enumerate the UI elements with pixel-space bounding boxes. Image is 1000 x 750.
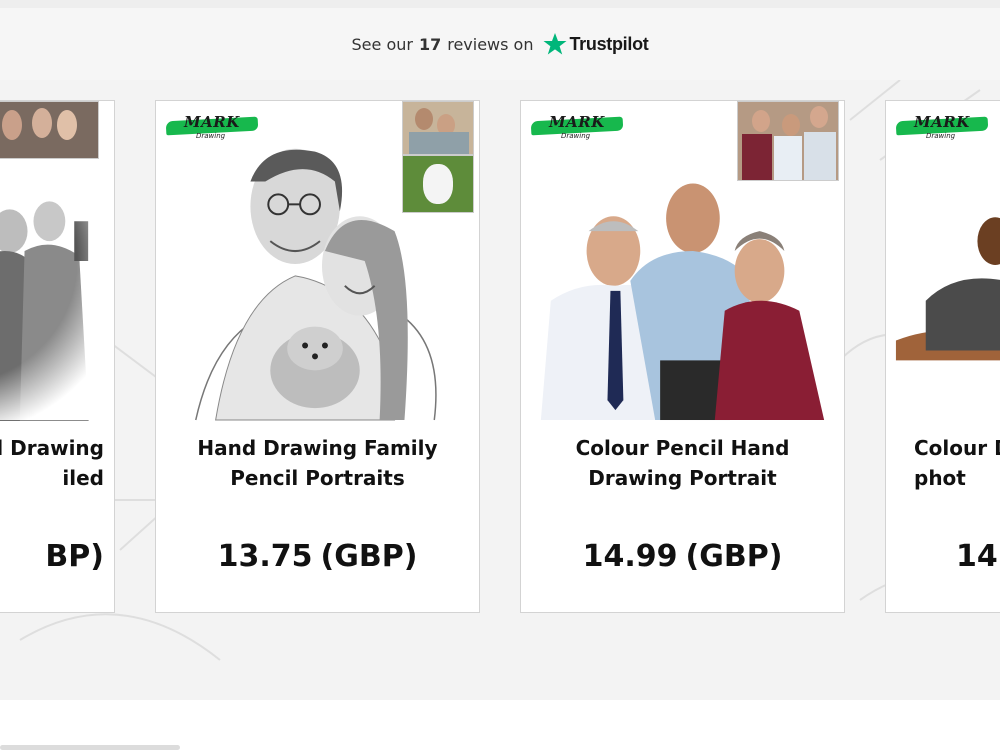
reference-photo-dog: [402, 155, 474, 213]
product-price: 14.99 (GBP): [582, 539, 783, 574]
product-card[interactable]: MARK Drawing Hand Drawing Family Pencil …: [155, 100, 480, 613]
product-title[interactable]: Hand Drawing Family Pencil Portraits: [156, 433, 479, 493]
review-count: 17: [418, 34, 442, 54]
background-sketch: [0, 80, 1000, 661]
product-title[interactable]: d Drawing iled: [0, 433, 104, 493]
mark-drawing-logo: MARK Drawing: [895, 113, 991, 143]
trustpilot-banner[interactable]: See our 17 reviews on Trustpilot: [0, 8, 1000, 80]
product-card[interactable]: MARK Drawing Colour Pencil Hand Drawing …: [520, 100, 845, 613]
reference-photo-couple: [402, 101, 474, 155]
product-card[interactable]: MARK Drawing Colour D phot 14.: [885, 100, 1000, 613]
trustpilot-prefix: See our: [351, 34, 413, 54]
product-title[interactable]: Colour Pencil Hand Drawing Portrait: [521, 433, 844, 493]
trustpilot-logo[interactable]: Trustpilot: [569, 34, 648, 55]
product-price: 13.75 (GBP): [217, 539, 418, 574]
mark-drawing-logo: MARK Drawing: [165, 113, 261, 143]
product-carousel[interactable]: d Drawing iled BP): [0, 80, 1000, 700]
product-title[interactable]: Colour D phot: [914, 433, 1000, 493]
trustpilot-star-icon: [543, 33, 567, 55]
mark-drawing-logo: MARK Drawing: [530, 113, 626, 143]
product-price: 14.: [956, 539, 1000, 574]
top-strip: [0, 0, 1000, 8]
reference-photo-family: [737, 101, 839, 181]
bottom-scroll-indicator: [0, 745, 180, 750]
reference-photo-thumb: [0, 101, 99, 159]
product-image-colour-drawing: [886, 101, 1000, 421]
product-card[interactable]: d Drawing iled BP): [0, 100, 115, 613]
trustpilot-suffix: reviews on: [447, 34, 534, 54]
product-price: BP): [45, 539, 104, 574]
